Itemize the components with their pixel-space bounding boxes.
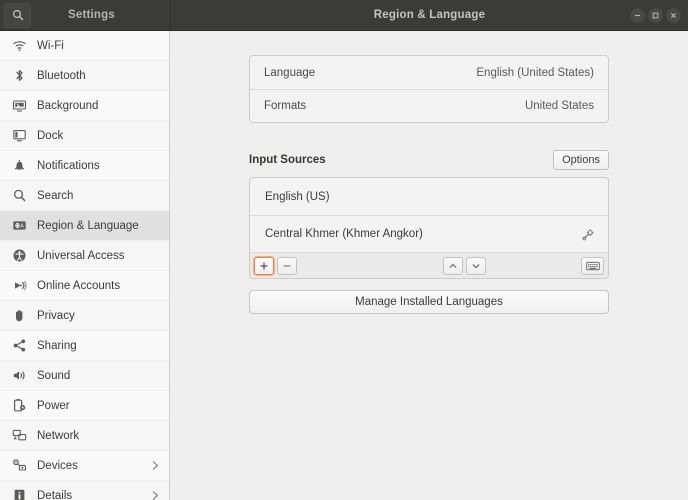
region-language-icon: A xyxy=(10,218,28,234)
add-input-source-button[interactable] xyxy=(254,256,274,275)
move-up-button[interactable] xyxy=(443,256,463,275)
sidebar-item-label: Background xyxy=(37,99,99,112)
search-icon-button[interactable] xyxy=(4,2,31,28)
window-controls xyxy=(630,0,681,30)
background-icon xyxy=(10,98,28,114)
sidebar-item-background[interactable]: Background xyxy=(0,91,169,121)
sidebar-item-region-and-language[interactable]: A Region & Language xyxy=(0,211,169,241)
plug-icon xyxy=(10,278,28,294)
move-down-button[interactable] xyxy=(466,256,486,275)
sidebar-item-label: Universal Access xyxy=(37,249,125,262)
titlebar: Settings Region & Language xyxy=(0,0,688,31)
formats-label: Formats xyxy=(264,100,307,112)
input-source-row-english[interactable]: English (US) xyxy=(250,178,608,215)
hand-icon xyxy=(10,308,28,324)
chevron-up-icon xyxy=(448,261,458,271)
network-icon xyxy=(10,428,28,444)
plus-icon xyxy=(259,261,269,271)
sidebar-item-label: Devices xyxy=(37,459,78,472)
sidebar-item-label: Online Accounts xyxy=(37,279,121,292)
settings-sidebar: Wi-Fi Bluetooth Background Dock Notifica… xyxy=(0,31,170,500)
language-value: English (United States) xyxy=(476,66,594,79)
sidebar-item-details[interactable]: Details xyxy=(0,481,169,500)
settings-window: Settings Region & Language Wi-Fi Bluetoo… xyxy=(0,0,688,500)
devices-icon xyxy=(10,458,28,474)
show-keyboard-layout-button[interactable] xyxy=(581,256,604,275)
minus-icon xyxy=(282,261,292,271)
battery-icon xyxy=(10,398,28,414)
sidebar-title: Settings xyxy=(68,9,115,21)
minimize-button[interactable] xyxy=(630,7,645,23)
sidebar-item-devices[interactable]: Devices xyxy=(0,451,169,481)
sidebar-item-label: Wi-Fi xyxy=(37,39,64,52)
search-icon xyxy=(12,9,24,21)
sidebar-item-dock[interactable]: Dock xyxy=(0,121,169,151)
formats-row[interactable]: Formats United States xyxy=(250,89,608,122)
sidebar-item-label: Privacy xyxy=(37,309,75,322)
sidebar-item-online-accounts[interactable]: Online Accounts xyxy=(0,271,169,301)
language-label: Language xyxy=(264,66,316,79)
titlebar-sidebar-section: Settings xyxy=(0,0,170,30)
region-language-panel: Language English (United States) Formats… xyxy=(249,55,609,314)
sidebar-item-network[interactable]: Network xyxy=(0,421,169,451)
locale-card: Language English (United States) Formats… xyxy=(249,55,609,123)
options-button[interactable]: Options xyxy=(553,149,609,171)
sidebar-item-label: Notifications xyxy=(37,159,100,172)
input-sources-toolbar xyxy=(250,252,608,278)
page-title: Region & Language xyxy=(373,9,486,21)
search-icon xyxy=(10,188,28,204)
sidebar-item-power[interactable]: Power xyxy=(0,391,169,421)
sidebar-item-sharing[interactable]: Sharing xyxy=(0,331,169,361)
sidebar-item-label: Sharing xyxy=(37,339,77,352)
dock-icon xyxy=(10,128,28,144)
sidebar-item-search[interactable]: Search xyxy=(0,181,169,211)
sidebar-item-label: Power xyxy=(37,399,70,412)
wifi-icon xyxy=(10,38,28,54)
manage-installed-languages-button[interactable]: Manage Installed Languages xyxy=(249,290,609,314)
keyboard-icon xyxy=(585,261,600,271)
formats-value: United States xyxy=(524,100,594,112)
maximize-button[interactable] xyxy=(648,7,663,23)
speaker-icon xyxy=(10,368,28,384)
sidebar-item-sound[interactable]: Sound xyxy=(0,361,169,391)
bluetooth-icon xyxy=(10,68,28,84)
sidebar-item-label: Bluetooth xyxy=(37,69,86,82)
share-icon xyxy=(10,338,28,354)
minimize-icon xyxy=(633,11,642,20)
main-content: Language English (United States) Formats… xyxy=(170,31,688,500)
close-button[interactable] xyxy=(666,7,681,23)
sidebar-item-label: Dock xyxy=(37,129,64,142)
input-source-label: English (US) xyxy=(265,190,330,203)
input-source-label: Central Khmer (Khmer Angkor) xyxy=(265,228,423,240)
preferences-icon[interactable] xyxy=(582,228,595,241)
titlebar-main-section: Region & Language xyxy=(170,0,688,30)
sidebar-item-privacy[interactable]: Privacy xyxy=(0,301,169,331)
close-icon xyxy=(669,11,678,20)
sidebar-item-wi-fi[interactable]: Wi-Fi xyxy=(0,31,169,61)
sidebar-item-universal-access[interactable]: Universal Access xyxy=(0,241,169,271)
sidebar-item-label: Details xyxy=(37,489,73,500)
bell-icon xyxy=(10,158,28,174)
input-source-row-khmer[interactable]: Central Khmer (Khmer Angkor) xyxy=(250,215,608,252)
remove-input-source-button[interactable] xyxy=(277,256,297,275)
input-sources-title: Input Sources xyxy=(249,154,326,166)
sidebar-item-label: Region & Language xyxy=(37,219,139,232)
input-sources-header: Input Sources Options xyxy=(249,149,609,171)
maximize-icon xyxy=(651,11,660,20)
sidebar-item-bluetooth[interactable]: Bluetooth xyxy=(0,61,169,91)
chevron-right-icon xyxy=(151,490,160,500)
details-icon xyxy=(10,488,28,500)
sidebar-item-label: Sound xyxy=(37,369,71,382)
sidebar-item-label: Search xyxy=(37,189,74,202)
accessibility-icon xyxy=(10,248,28,264)
chevron-down-icon xyxy=(471,261,481,271)
language-row[interactable]: Language English (United States) xyxy=(250,56,608,89)
sidebar-item-label: Network xyxy=(37,429,80,442)
window-body: Wi-Fi Bluetooth Background Dock Notifica… xyxy=(0,31,688,500)
input-sources-frame: English (US) Central Khmer (Khmer Angkor… xyxy=(249,177,609,279)
sidebar-item-notifications[interactable]: Notifications xyxy=(0,151,169,181)
chevron-right-icon xyxy=(151,460,160,471)
